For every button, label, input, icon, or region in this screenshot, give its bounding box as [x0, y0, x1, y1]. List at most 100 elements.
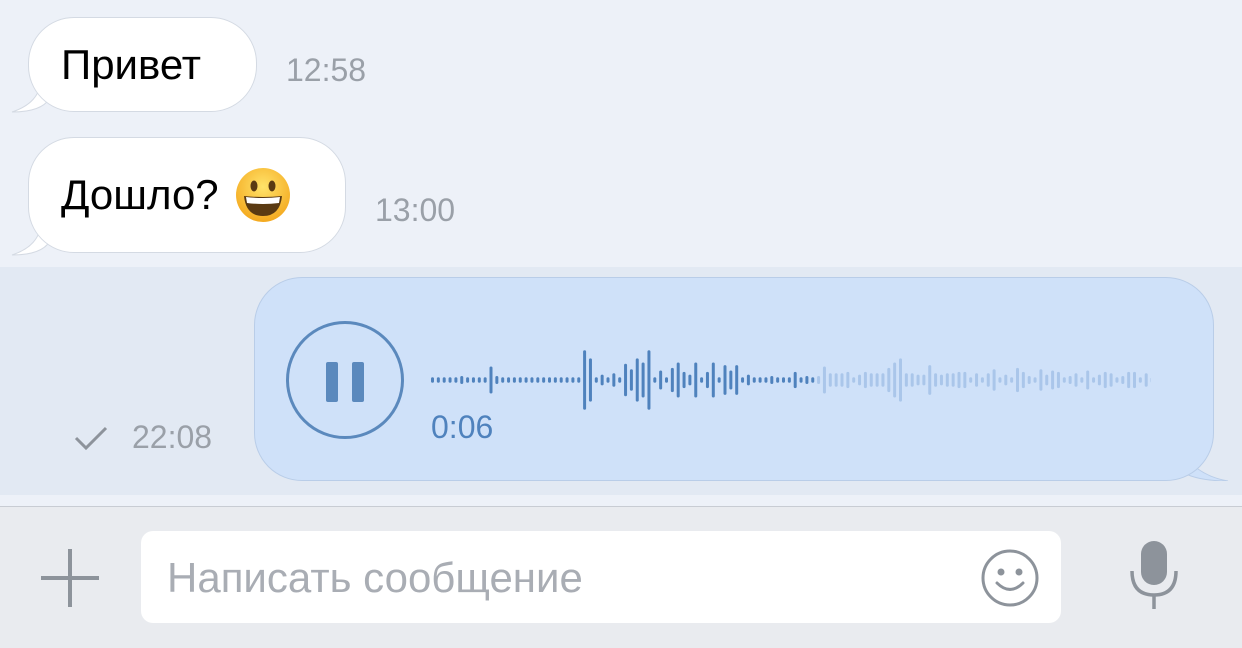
- message-text: Привет: [61, 40, 202, 88]
- message-time: 12:58: [286, 52, 367, 88]
- waveform-bar: [758, 377, 762, 383]
- waveform-bar: [746, 374, 750, 386]
- waveform-bar: [1103, 371, 1107, 389]
- waveform-bar: [1144, 373, 1148, 387]
- waveform-bar: [565, 377, 569, 383]
- waveform-bar: [975, 373, 979, 387]
- waveform-bar: [729, 370, 733, 390]
- waveform-bar: [518, 377, 522, 383]
- waveform-bar: [1016, 367, 1019, 393]
- microphone-icon[interactable]: [1128, 541, 1180, 613]
- waveform-bar: [647, 350, 651, 410]
- pause-button[interactable]: [286, 321, 404, 439]
- waveform-bar: [723, 365, 727, 395]
- message-bubble[interactable]: Дошло?: [28, 137, 346, 253]
- waveform-bar: [618, 377, 622, 383]
- waveform-bar: [1092, 377, 1096, 383]
- waveform-bar: [1138, 377, 1142, 383]
- waveform-bar: [939, 374, 943, 386]
- waveform-bar: [951, 373, 955, 387]
- waveform-bar: [998, 377, 1002, 383]
- waveform-bar: [659, 370, 663, 390]
- waveform-bar: [1115, 377, 1119, 383]
- waveform-bar: [483, 377, 487, 383]
- waveform-bar: [875, 373, 879, 387]
- waveform-bar: [869, 373, 873, 387]
- waveform-bar: [969, 377, 973, 383]
- waveform-bar: [852, 377, 856, 383]
- waveform-bar: [612, 373, 616, 387]
- waveform-bar: [1097, 374, 1101, 386]
- waveform-bar: [899, 358, 902, 402]
- waveform-bar: [1121, 375, 1125, 385]
- waveform-bar: [1056, 371, 1060, 389]
- waveform-bar: [436, 377, 440, 383]
- waveform-bar: [524, 377, 528, 383]
- voice-message-bubble[interactable]: 0:06: [254, 277, 1214, 481]
- waveform-bar: [1086, 370, 1090, 390]
- waveform-bar: [986, 373, 990, 387]
- waveform-bar: [846, 371, 850, 389]
- waveform-bar: [512, 377, 516, 383]
- waveform-bar: [705, 371, 709, 389]
- waveform-bar: [653, 377, 657, 383]
- waveform-bar: [583, 350, 587, 410]
- waveform-bar: [717, 377, 721, 383]
- waveform-bar: [635, 358, 639, 402]
- waveform-bar: [1045, 374, 1049, 386]
- message-time: 22:08: [132, 419, 213, 455]
- waveform-bar: [881, 373, 885, 387]
- waveform-bar: [957, 371, 961, 389]
- waveform-bar: [1109, 373, 1113, 387]
- message-row-outgoing: 22:08 0:06: [0, 267, 1242, 495]
- waveform-bar: [752, 377, 756, 383]
- waveform-bar: [629, 369, 633, 391]
- waveform-bar: [1127, 371, 1131, 389]
- waveform-bar: [805, 375, 809, 385]
- waveform-bar: [501, 377, 505, 383]
- message-row-incoming: Привет 12:58: [0, 0, 1242, 125]
- waveform-bar: [553, 377, 557, 383]
- attach-plus-icon[interactable]: [41, 549, 99, 607]
- waveform-bar: [536, 377, 540, 383]
- waveform-bar: [1021, 371, 1025, 389]
- waveform-bar: [676, 362, 680, 398]
- waveform-bar: [799, 377, 803, 383]
- voice-duration: 0:06: [431, 409, 494, 445]
- waveform-bar: [793, 371, 797, 389]
- waveform-bar: [507, 377, 511, 383]
- waveform-bar: [811, 377, 815, 383]
- waveform-bar: [916, 374, 920, 386]
- waveform-bar: [904, 373, 908, 387]
- waveform-bar: [571, 377, 575, 383]
- waveform-bar: [928, 365, 932, 395]
- waveform-bar: [454, 377, 458, 383]
- waveform-bar: [822, 366, 826, 394]
- message-input[interactable]: [165, 531, 949, 625]
- voice-waveform[interactable]: [431, 340, 1151, 420]
- waveform-bar: [834, 373, 838, 387]
- waveform-bar: [466, 377, 470, 383]
- waveform-bar: [559, 377, 563, 383]
- waveform-bar: [858, 374, 862, 386]
- waveform-bar: [700, 377, 704, 383]
- emoji-smile-icon[interactable]: [980, 548, 1040, 608]
- waveform-bar: [980, 377, 984, 383]
- waveform-bar: [1010, 377, 1014, 383]
- waveform-bar: [741, 377, 745, 383]
- message-bubble[interactable]: Привет: [28, 17, 257, 112]
- waveform-bar: [840, 373, 844, 387]
- waveform-bar: [665, 377, 668, 383]
- waveform-bar: [448, 377, 452, 383]
- waveform-bar: [787, 377, 791, 383]
- waveform-bar: [431, 377, 434, 383]
- waveform-bar: [764, 377, 768, 383]
- waveform-bar: [577, 377, 581, 383]
- waveform-bar: [477, 377, 481, 383]
- waveform-bar: [1004, 374, 1008, 386]
- waveform-bar: [1051, 370, 1055, 390]
- waveform-bar: [711, 362, 715, 398]
- waveform-bar: [945, 373, 949, 387]
- waveform-bar: [606, 377, 610, 383]
- waveform-bar: [828, 373, 832, 387]
